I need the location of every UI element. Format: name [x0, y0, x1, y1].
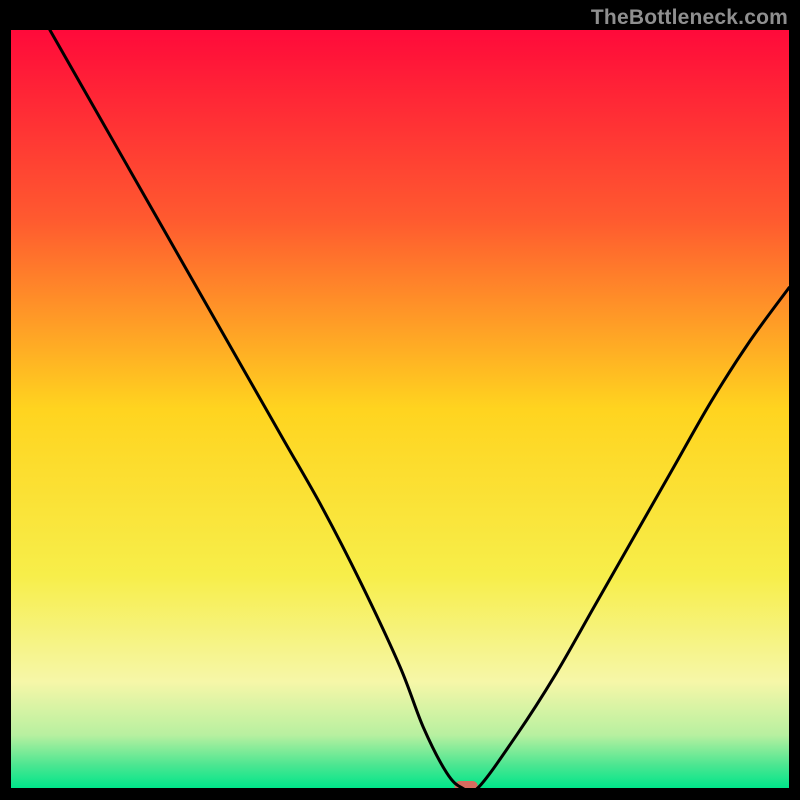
- watermark-text: TheBottleneck.com: [591, 6, 788, 30]
- gradient-background: [11, 30, 789, 788]
- bottleneck-chart: [11, 30, 789, 788]
- chart-frame: [11, 30, 789, 788]
